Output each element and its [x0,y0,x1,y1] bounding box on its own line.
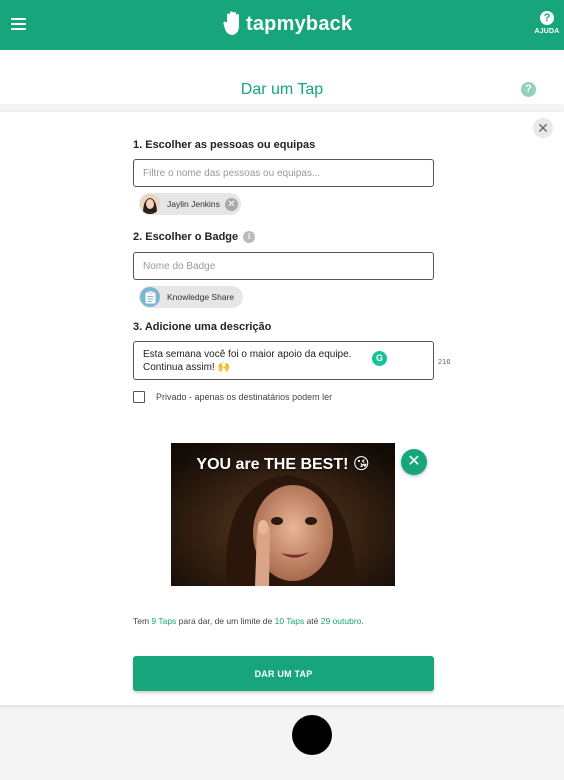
info-icon[interactable]: i [243,231,256,243]
remaining-mid: para dar, de um limite de [176,616,275,626]
brand-logo[interactable]: tapmyback [223,10,352,38]
help-button[interactable]: ? AJUDA [534,11,560,35]
avatar [140,194,160,214]
remove-person-icon[interactable]: ✕ [224,197,238,211]
cursor-dot [292,715,332,755]
description-textarea[interactable]: Esta semana você foi o maior apoio da eq… [133,341,434,380]
grammarly-icon[interactable]: G [372,351,387,366]
selected-person-chip: Jaylin Jenkins ✕ [139,193,241,215]
character-count: 216 [438,357,451,366]
help-icon: ? [540,11,554,25]
selected-badge-chip: Knowledge Share [139,286,244,308]
hamburger-menu-icon[interactable] [11,18,26,30]
person-avatar-icon [140,194,160,214]
badge-name-input[interactable] [133,252,434,280]
taps-left: 9 Taps [151,616,177,626]
people-filter-input[interactable] [133,159,434,187]
page-help-icon[interactable]: ? [521,82,536,97]
close-button[interactable]: ✕ [533,118,553,138]
page-title: Dar um Tap [240,81,324,98]
hand-logo-icon [223,11,239,35]
brand-name: tapmyback [246,12,353,35]
clipboard-icon [140,287,160,307]
private-option[interactable]: Privado - apenas os destinatários podem … [133,391,332,403]
remove-gif-button[interactable]: ✕ [401,449,427,475]
gif-caption: YOU are THE BEST! 😘 [196,456,370,473]
selected-person-name: Jaylin Jenkins [167,199,220,209]
description-section-label: 3. Adicione uma descrição [133,321,272,333]
remaining-taps-text: Tem 9 Taps para dar, de um limite de 10 … [133,616,364,626]
taps-limit: 10 Taps [274,616,305,626]
give-tap-button[interactable]: DAR UM TAP [133,656,434,691]
private-label: Privado - apenas os destinatários podem … [156,392,333,402]
badge-section-text: 2. Escolher o Badge [133,231,239,243]
remaining-prefix: Tem [133,616,152,626]
people-section-label: 1. Escolher as pessoas ou equipas [133,139,316,151]
top-app-bar: tapmyback ? AJUDA [0,0,564,50]
gif-image: YOU are THE BEST! 😘 [171,443,395,586]
selected-badge-name: Knowledge Share [167,292,235,302]
remaining-until: até [304,616,321,626]
help-label: AJUDA [534,28,560,35]
limit-date: 29 outubro [320,616,362,626]
private-checkbox[interactable] [133,391,145,403]
badge-section-label: 2. Escolher o Badge i [133,231,256,243]
remaining-end: . [361,616,364,626]
